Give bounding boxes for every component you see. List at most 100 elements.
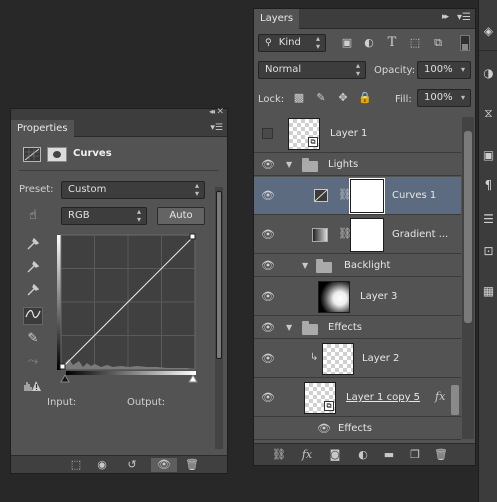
preset-select[interactable]: Custom ▴ ▾ [61, 181, 205, 199]
curve-graph[interactable] [57, 233, 197, 373]
layer-row[interactable]: 👁 Layer 3 [254, 278, 461, 316]
clip-to-layer-icon[interactable]: ⬚ [67, 458, 85, 472]
layer-name[interactable]: Gradient ... [392, 229, 448, 240]
curve-point-black[interactable] [59, 363, 66, 370]
curve-point-white[interactable] [189, 233, 196, 240]
reset-icon[interactable]: ↺ [123, 458, 141, 472]
layer-name[interactable]: Layer 1 copy 5 [346, 392, 420, 403]
expand-triangle-icon[interactable]: ▼ [286, 160, 292, 169]
smart-object-filter-icon[interactable]: ⧉ [431, 36, 445, 50]
layer-name[interactable]: Layer 3 [360, 291, 397, 302]
lock-transparent-pixels-icon[interactable]: ▩ [292, 91, 306, 105]
layer-row-selected[interactable]: 👁 ⛓ Curves 1 [254, 177, 461, 215]
group-name[interactable]: Lights [328, 159, 358, 170]
blend-mode-select[interactable]: Normal ▴ ▾ [258, 61, 366, 79]
paths-panel-icon[interactable]: ▦ [481, 284, 496, 300]
link-layers-icon[interactable]: ⛓ [270, 448, 288, 462]
add-mask-icon[interactable]: ◙ [326, 448, 344, 462]
scrollbar-thumb[interactable] [216, 191, 222, 359]
curves-adjustment-icon[interactable] [23, 147, 41, 162]
black-point-eyedropper-icon[interactable] [23, 237, 43, 255]
gray-point-eyedropper-icon[interactable] [23, 260, 43, 278]
group-row[interactable]: 👁 ▼ Effects [254, 317, 461, 339]
layer-name[interactable]: Layer 1 [330, 128, 367, 139]
chevron-down-icon[interactable]: ▾ [461, 66, 465, 74]
chevron-down-icon[interactable]: ▾ [461, 94, 465, 102]
eye-icon[interactable]: 👁 [260, 259, 276, 272]
new-group-icon[interactable]: ▬ [380, 448, 398, 462]
color-panel-icon[interactable]: ◑ [481, 66, 496, 82]
lock-all-icon[interactable]: 🔒 [358, 91, 372, 105]
collapse-panel-icon[interactable]: ▸▸ [442, 12, 449, 22]
close-panel-icon[interactable]: ✕ [216, 107, 224, 117]
pixel-filter-icon[interactable]: ▣ [340, 36, 354, 50]
adjustment-filter-icon[interactable]: ◐ [362, 36, 376, 50]
expand-triangle-icon[interactable]: ▼ [286, 323, 292, 332]
collapse-panel-icon[interactable]: ◂◂ [209, 107, 215, 116]
tab-properties[interactable]: Properties [11, 120, 74, 137]
layers-scrollbar[interactable] [462, 117, 474, 439]
lock-image-pixels-icon[interactable]: ✎ [314, 91, 328, 105]
expand-triangle-icon[interactable]: ▼ [302, 261, 308, 270]
properties-panel-titlebar[interactable]: ◂◂ ✕ [11, 107, 227, 120]
brush-panel-icon[interactable]: ▣ [481, 148, 496, 164]
layer-mask-thumbnail[interactable] [350, 218, 384, 252]
clipping-warning-icon[interactable] [23, 379, 43, 397]
new-adjustment-icon[interactable]: ◐ [354, 448, 372, 462]
delete-icon[interactable]: 🗑 [183, 458, 201, 472]
fx-icon[interactable]: fx [435, 390, 445, 403]
edit-curve-points-icon[interactable] [23, 307, 43, 325]
opacity-field[interactable]: 100% ▾ [417, 61, 471, 79]
eye-icon[interactable]: 👁 [260, 321, 276, 334]
scrollbar-thumb[interactable] [464, 131, 472, 323]
visibility-toggle-empty[interactable] [262, 128, 273, 139]
tool-presets-icon[interactable]: ⊡ [481, 244, 496, 260]
eye-icon[interactable]: 👁 [260, 352, 276, 365]
group-row[interactable]: 👁 ▼ Backlight [254, 255, 461, 277]
layer-style-icon[interactable]: fx [298, 448, 316, 462]
effects-label[interactable]: Effects [338, 423, 372, 434]
group-row[interactable]: 👁 ▼ Lights [254, 154, 461, 176]
smooth-curve-icon[interactable]: ⤳ [23, 353, 43, 371]
eye-icon[interactable]: 👁 [260, 228, 276, 241]
visibility-icon[interactable]: 👁 [151, 458, 177, 472]
character-panel-icon[interactable]: ¶ [481, 178, 496, 194]
lock-position-icon[interactable]: ✥ [336, 91, 350, 105]
layer-row[interactable]: 👁 ⛓ Gradient ... [254, 216, 461, 254]
layer-name[interactable]: Curves 1 [392, 190, 436, 201]
layers-panel-icon[interactable]: ◈ [481, 24, 496, 40]
fill-field[interactable]: 100% ▾ [417, 89, 471, 107]
panel-menu-icon[interactable]: ▾☰ [210, 123, 223, 133]
pencil-draw-icon[interactable]: ✎ [23, 330, 43, 348]
properties-scrollbar[interactable] [215, 187, 223, 449]
tab-layers[interactable]: Layers [254, 9, 300, 29]
layer-row[interactable]: 👁 ↳ Layer 2 [254, 340, 461, 378]
group-name[interactable]: Backlight [344, 260, 390, 271]
eye-icon[interactable]: 👁 [260, 158, 276, 171]
shape-filter-icon[interactable]: ⬚ [408, 36, 422, 50]
view-previous-icon[interactable]: ◉ [93, 458, 111, 472]
history-panel-icon[interactable]: ⧖ [481, 106, 496, 122]
layer-mask-icon[interactable] [47, 147, 67, 162]
filter-kind-select[interactable]: ⚲ Kind ▴ ▾ [258, 34, 326, 52]
adjustments-panel-icon[interactable]: ☰ [481, 212, 496, 228]
new-layer-icon[interactable]: ❐ [406, 448, 424, 462]
eye-icon[interactable]: 👁 [316, 422, 332, 435]
group-name[interactable]: Effects [328, 322, 362, 333]
effects-row[interactable]: 👁 Effects [254, 418, 461, 440]
target-adjust-hand-icon[interactable]: ☝ [23, 207, 43, 225]
input-sliders[interactable] [59, 375, 199, 383]
white-point-eyedropper-icon[interactable] [23, 283, 43, 301]
layer-mask-thumbnail[interactable] [349, 178, 385, 214]
eye-icon[interactable]: 👁 [260, 391, 276, 404]
eye-icon[interactable]: 👁 [260, 290, 276, 303]
layer-name[interactable]: Layer 2 [362, 353, 399, 364]
channel-select[interactable]: RGB ▴ ▾ [61, 207, 147, 225]
auto-button[interactable]: Auto [157, 207, 205, 225]
filter-toggle[interactable] [460, 35, 470, 51]
layer-row[interactable]: ⧉ Layer 1 [254, 115, 461, 153]
delete-layer-icon[interactable]: 🗑 [432, 448, 450, 462]
type-filter-icon[interactable]: T [385, 36, 399, 50]
panel-menu-icon[interactable]: ▾☰ [457, 12, 471, 23]
eye-icon[interactable]: 👁 [260, 189, 276, 202]
